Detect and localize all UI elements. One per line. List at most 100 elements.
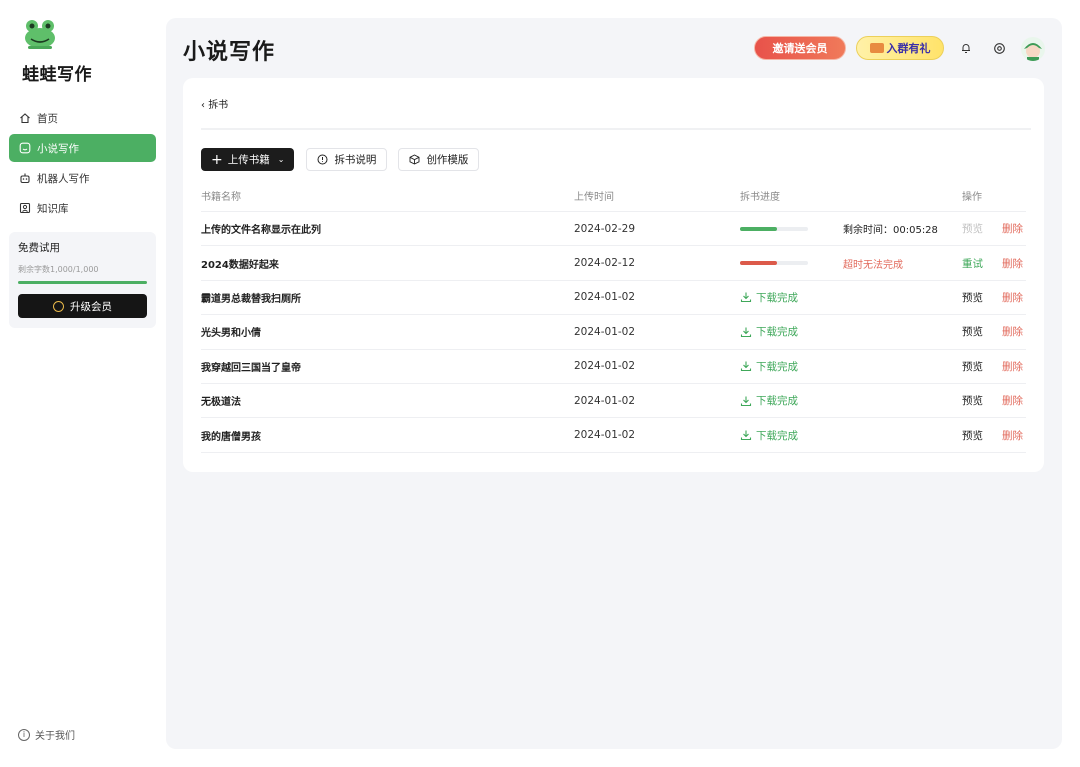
- status-text: 下载完成: [756, 291, 798, 304]
- sidebar-item-novel-writing[interactable]: 小说写作: [9, 134, 156, 162]
- sidebar-item-label: 机器人写作: [37, 172, 90, 185]
- upload-time: 2024-02-29: [574, 222, 636, 235]
- column-header-time: 上传时间: [574, 192, 614, 203]
- column-header-progress: 拆书进度: [740, 192, 780, 203]
- upgrade-label: 升级会员: [70, 300, 112, 313]
- table-row: 霸道男总裁替我扫厕所 2024-01-02 下载完成 预览 删除: [201, 281, 1026, 316]
- invite-promo-button[interactable]: 邀请送会员: [754, 36, 846, 60]
- preview-button[interactable]: 预览: [962, 428, 1002, 443]
- cube-icon: [409, 154, 420, 165]
- info-circle-icon: [317, 154, 328, 165]
- table-row: 光头男和小倩 2024-01-02 下载完成 预览 删除: [201, 315, 1026, 350]
- upload-book-button[interactable]: + 上传书籍 ⌄: [201, 148, 295, 171]
- divider: [201, 128, 1031, 130]
- table-body: 上传的文件名称显示在此列 2024-02-29 剩余时间：00:05:28 预览 删除 2…: [201, 212, 1026, 453]
- progress-bar: [740, 261, 808, 266]
- sidebar-item-robot-writing[interactable]: 机器人写作: [9, 164, 156, 192]
- download-icon: [740, 396, 752, 406]
- split-progress: 下载完成: [740, 393, 962, 408]
- breadcrumb[interactable]: ‹ 拆书: [201, 96, 228, 111]
- download-icon: [740, 292, 752, 303]
- table-row: 我的唐僧男孩 2024-01-02 下载完成 预览 删除: [201, 418, 1026, 453]
- status-text: 下载完成: [756, 326, 798, 339]
- preview-button[interactable]: 预览: [962, 359, 1002, 374]
- settings-gear-icon[interactable]: [989, 38, 1009, 58]
- preview-button[interactable]: 预览: [962, 324, 1002, 339]
- about-us-link[interactable]: i 关于我们: [18, 727, 75, 742]
- progress-bar-fill: [740, 226, 778, 231]
- sidebar-item-home[interactable]: 首页: [9, 104, 156, 132]
- split-progress: 超时无法完成: [740, 256, 962, 271]
- delete-button[interactable]: 删除: [1002, 324, 1023, 339]
- table-row: 无极道法 2024-01-02 下载完成 预览 删除: [201, 384, 1026, 419]
- preview-button: 预览: [962, 223, 983, 236]
- download-complete-link[interactable]: 下载完成: [740, 428, 798, 443]
- chat-face-icon: [18, 141, 32, 155]
- logo[interactable]: [20, 18, 56, 53]
- upload-label: 上传书籍: [227, 154, 270, 166]
- user-avatar[interactable]: [1021, 37, 1045, 61]
- status-text: 下载完成: [756, 360, 798, 373]
- table-header: 书籍名称 上传时间 拆书进度 操作: [201, 180, 1026, 212]
- remaining-time: 剩余时间：00:05:28: [843, 225, 938, 237]
- upload-time: 2024-01-02: [574, 394, 636, 407]
- row-actions: 重试 删除: [962, 256, 1026, 271]
- table-row: 2024数据好起来 2024-02-12 超时无法完成 重试 删除: [201, 246, 1026, 281]
- delete-button[interactable]: 删除: [1002, 393, 1023, 408]
- split-progress: 剩余时间：00:05:28: [740, 221, 962, 236]
- sidebar-item-knowledge-base[interactable]: 知识库: [9, 194, 156, 222]
- invite-promo-label: 邀请送会员: [772, 42, 828, 55]
- download-icon: [740, 430, 752, 441]
- download-icon: [740, 327, 752, 337]
- book-name: 霸道男总裁替我扫厕所: [201, 293, 301, 305]
- column-header-name: 书籍名称: [201, 192, 241, 203]
- knowledge-icon: [18, 201, 32, 215]
- brand-name: 蛙蛙写作: [22, 65, 92, 85]
- delete-button[interactable]: 删除: [1002, 290, 1023, 305]
- row-actions: 预览 删除: [962, 428, 1026, 443]
- notification-bell-icon[interactable]: [956, 38, 976, 58]
- upload-time: 2024-01-02: [574, 429, 636, 442]
- home-icon: [18, 111, 32, 125]
- download-complete-link[interactable]: 下载完成: [740, 324, 798, 339]
- join-group-promo-button[interactable]: 入群有礼: [856, 36, 944, 60]
- crown-icon: [53, 300, 64, 312]
- row-actions: 预览 删除: [962, 324, 1026, 339]
- retry-button[interactable]: 重试: [962, 256, 1002, 271]
- split-guide-button[interactable]: 拆书说明: [306, 148, 388, 171]
- timeout-status: 超时无法完成: [843, 259, 903, 271]
- preview-button[interactable]: 预览: [962, 393, 1002, 408]
- download-icon: [740, 361, 752, 372]
- upload-time: 2024-02-12: [574, 257, 636, 270]
- book-name: 我穿越回三国当了皇帝: [201, 362, 301, 374]
- delete-button[interactable]: 删除: [1002, 256, 1023, 271]
- book-name: 上传的文件名称显示在此列: [201, 225, 321, 237]
- about-label: 关于我们: [35, 731, 75, 742]
- table-row: 上传的文件名称显示在此列 2024-02-29 剩余时间：00:05:28 预览 删除: [201, 212, 1026, 247]
- row-actions: 预览 删除: [962, 221, 1026, 236]
- status-text: 下载完成: [756, 429, 798, 442]
- preview-button[interactable]: 预览: [962, 290, 1002, 305]
- book-name: 2024数据好起来: [201, 259, 279, 271]
- upgrade-membership-button[interactable]: 升级会员: [18, 294, 147, 318]
- words-remaining: 剩余字数1,000/1,000: [18, 265, 99, 274]
- split-progress: 下载完成: [740, 359, 962, 374]
- delete-button[interactable]: 删除: [1002, 428, 1023, 443]
- join-group-label: 入群有礼: [886, 42, 931, 55]
- sidebar-nav: 首页 小说写作 机器人写作 知识库: [9, 104, 156, 224]
- create-template-button[interactable]: 创作模版: [398, 148, 480, 171]
- books-table: 书籍名称 上传时间 拆书进度 操作 上传的文件名称显示在此列 2024-02-29…: [201, 180, 1026, 453]
- toolbar: + 上传书籍 ⌄ 拆书说明 创作模版: [201, 148, 490, 171]
- download-complete-link[interactable]: 下载完成: [740, 393, 798, 408]
- delete-button[interactable]: 删除: [1002, 221, 1023, 236]
- avatar-image: [1024, 43, 1042, 61]
- column-header-ops: 操作: [962, 192, 982, 203]
- delete-button[interactable]: 删除: [1002, 359, 1023, 374]
- table-row: 我穿越回三国当了皇帝 2024-01-02 下载完成 预览 删除: [201, 350, 1026, 384]
- download-complete-link[interactable]: 下载完成: [740, 290, 798, 305]
- trial-title: 免费试用: [18, 242, 60, 254]
- megaphone-icon: [869, 43, 884, 53]
- download-complete-link[interactable]: 下载完成: [740, 359, 798, 374]
- plus-icon: +: [211, 151, 223, 168]
- template-label: 创作模版: [426, 154, 469, 166]
